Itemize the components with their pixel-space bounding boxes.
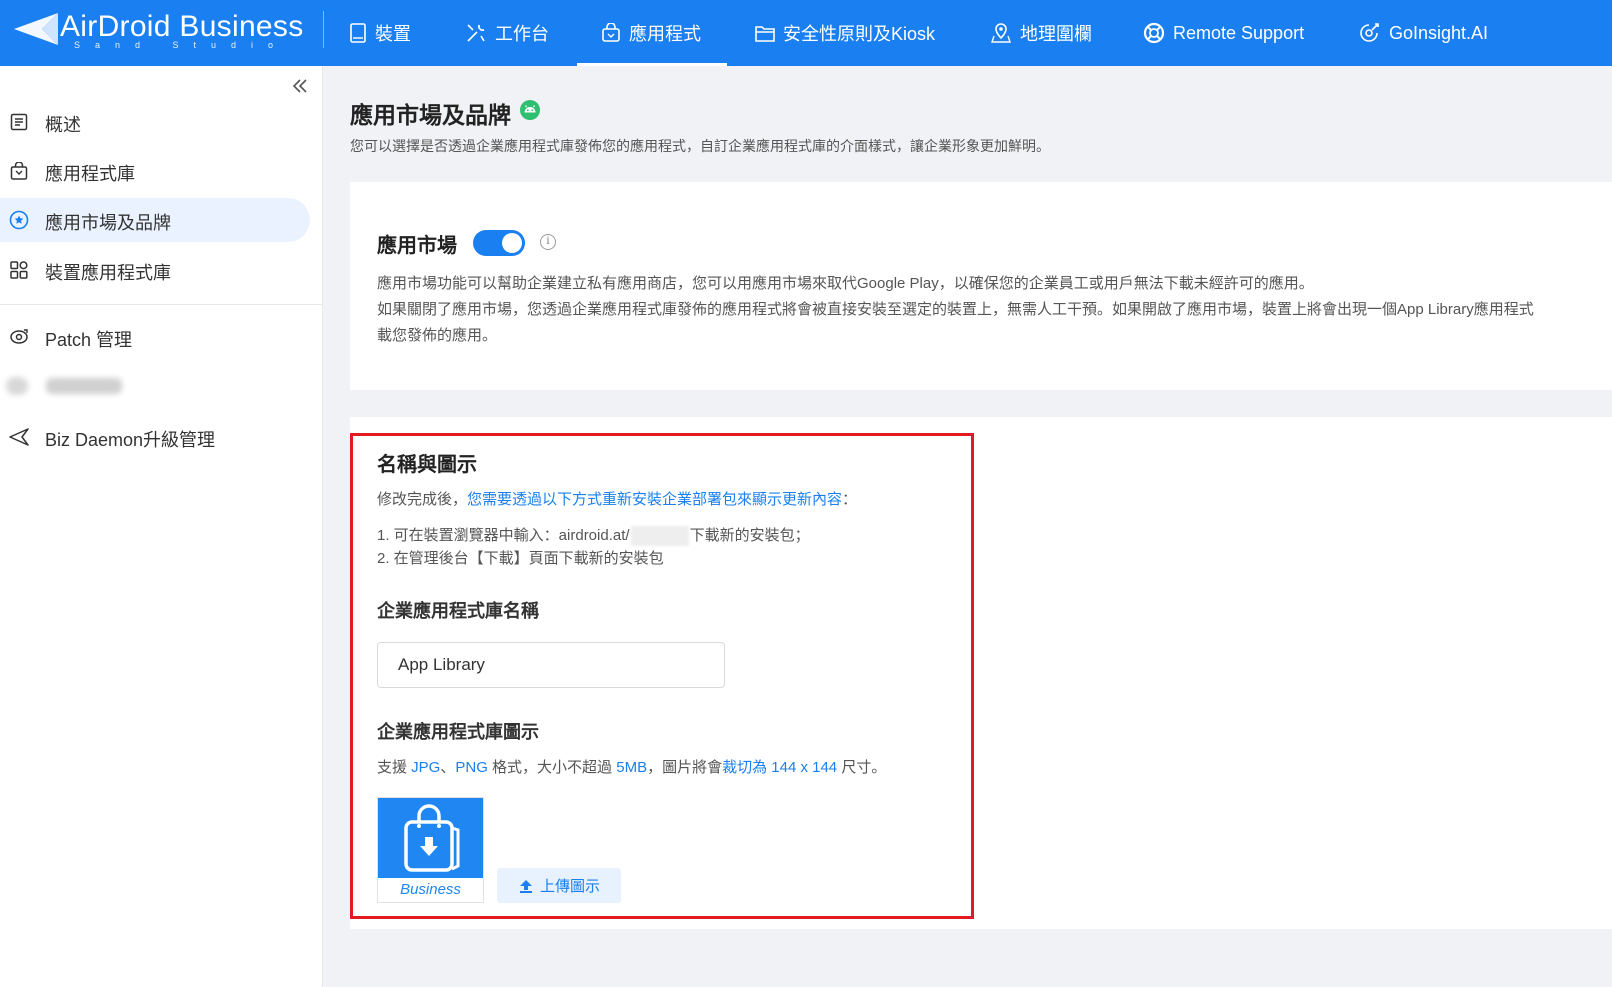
- nav-item-label: GoInsight.AI: [1389, 22, 1489, 43]
- market-desc-line-2: 如果關閉了應用市場，您透過企業應用程式庫發佈的應用程式將會被直接安裝至選定的裝置…: [377, 301, 1534, 318]
- double-chevron-left-icon: [292, 79, 307, 93]
- toggle-knob: [502, 233, 522, 253]
- lifebuoy-icon: [1143, 22, 1165, 44]
- page-title: 應用市場及品牌: [350, 96, 541, 130]
- fmt-jpg: JPG: [411, 759, 441, 776]
- nav-item-devices[interactable]: 裝置: [349, 0, 411, 66]
- step-1-prefix: 1. 可在裝置瀏覽器中輸入：airdroid.at/: [377, 527, 630, 544]
- fmt-size: 5MB: [616, 759, 648, 776]
- sidebar-item-redacted[interactable]: [6, 375, 126, 397]
- sidebar-item-market-branding[interactable]: 應用市場及品牌: [0, 198, 310, 242]
- fmt-text: ，圖片將會: [647, 759, 723, 776]
- sidebar-item-patch[interactable]: Patch 管理: [0, 315, 310, 359]
- library-name-input[interactable]: [377, 642, 725, 688]
- sidebar-item-label: 概述: [45, 115, 81, 135]
- sidebar-item-app-library[interactable]: 應用程式庫: [0, 149, 310, 193]
- nav-item-geofence[interactable]: 地理圍欄: [990, 0, 1092, 66]
- overview-icon: [9, 112, 29, 132]
- nav-item-goinsight[interactable]: GoInsight.AI: [1357, 0, 1488, 66]
- sidebar-item-device-app-library[interactable]: 裝置應用程式庫: [0, 248, 310, 292]
- app-market-title: 應用市場: [377, 235, 457, 257]
- library-name-label: 企業應用程式庫名稱: [377, 601, 539, 621]
- sidebar-item-label: 應用程式庫: [45, 164, 135, 184]
- geofence-icon: [991, 23, 1011, 43]
- folder-icon: [755, 26, 775, 42]
- redacted-url: [630, 526, 689, 547]
- star-badge-icon: [9, 210, 29, 230]
- app-bag-icon: [602, 23, 620, 42]
- sidebar-item-label: 應用市場及品牌: [45, 213, 171, 233]
- device-icon: [350, 23, 366, 43]
- sidebar: 概述 應用程式庫 應用市場及品牌 裝置應用程式庫 Patch 管理 Biz Da…: [0, 66, 323, 987]
- market-desc-line-1: 應用市場功能可以幫助企業建立私有應用商店，您可以用應用市場來取代Google P…: [377, 275, 1314, 292]
- market-desc-line-3: 載您發佈的應用。: [377, 327, 498, 344]
- sidebar-item-biz-daemon[interactable]: Biz Daemon升級管理: [0, 415, 310, 459]
- nav-item-label: 工作台: [495, 24, 549, 44]
- reinstall-hint: 修改完成後，您需要透過以下方式重新安裝企業部署包來顯示更新內容：: [377, 488, 857, 509]
- hint-link[interactable]: 您需要透過以下方式重新安裝企業部署包來顯示更新內容: [467, 491, 842, 508]
- nav-item-label: Remote Support: [1173, 22, 1305, 43]
- shopping-bag-download-icon: [404, 804, 460, 872]
- sidebar-item-label: Biz Daemon升級管理: [45, 430, 216, 450]
- sidebar-divider: [0, 304, 322, 305]
- nav-item-label: 地理圍欄: [1020, 24, 1092, 44]
- fmt-crop: 裁切為 144 x 144: [722, 759, 838, 776]
- nav-item-label: 應用程式: [629, 24, 701, 44]
- upload-icon-button[interactable]: 上傳圖示: [497, 868, 621, 903]
- app-library-icon: [9, 161, 29, 181]
- app-market-toggle[interactable]: [473, 230, 525, 256]
- nav-item-label: 安全性原則及Kiosk: [783, 24, 936, 44]
- fmt-text: 、: [440, 759, 456, 776]
- fmt-text: 格式，大小不超過: [487, 759, 617, 776]
- name-icon-title: 名稱與圖示: [377, 454, 477, 476]
- redacted-icon: [6, 377, 28, 395]
- nav-separator: [323, 11, 324, 48]
- info-icon[interactable]: i: [540, 234, 556, 250]
- brand-logo[interactable]: AirDroid Business Sand Studio: [12, 8, 307, 56]
- library-icon-label: 企業應用程式庫圖示: [377, 722, 539, 742]
- brand-subtitle: Sand Studio: [74, 40, 289, 50]
- library-icon-preview: Business: [377, 797, 484, 903]
- upload-button-label: 上傳圖示: [539, 878, 600, 895]
- fmt-png: PNG: [455, 759, 488, 776]
- patch-icon: [9, 327, 29, 347]
- icon-format-hint: 支援 JPG、PNG 格式，大小不超過 5MB，圖片將會裁切為 144 x 14…: [377, 756, 886, 777]
- grid-apps-icon: [9, 260, 29, 280]
- collapse-sidebar-button[interactable]: [288, 74, 312, 98]
- sidebar-item-overview[interactable]: 概述: [0, 100, 310, 144]
- fmt-text: 支援: [377, 759, 412, 776]
- page-title-text: 應用市場及品牌: [350, 102, 511, 128]
- icon-caption: Business: [400, 881, 461, 898]
- page-description: 您可以選擇是否透過企業應用程式庫發佈您的應用程式，自訂企業應用程式庫的介面樣式，…: [350, 138, 1050, 154]
- nav-item-label: 裝置: [375, 24, 411, 44]
- paper-plane-logo-icon: [14, 13, 58, 45]
- tools-icon: [467, 24, 485, 42]
- hint-suffix: ：: [842, 491, 858, 508]
- step-2: 2. 在管理後台【下載】頁面下載新的安裝包: [377, 550, 664, 567]
- nav-item-remote-support[interactable]: Remote Support: [1143, 0, 1304, 66]
- send-icon: [9, 427, 29, 447]
- sidebar-item-label: Patch 管理: [45, 330, 133, 350]
- nav-item-apps[interactable]: 應用程式: [577, 0, 727, 66]
- redacted-label: [46, 378, 122, 394]
- step-1: 1. 可在裝置瀏覽器中輸入：airdroid.at/下載新的安裝包；: [377, 524, 810, 547]
- ai-icon: [1360, 23, 1379, 42]
- nav-item-policy-kiosk[interactable]: 安全性原則及Kiosk: [755, 0, 935, 66]
- brand-name: AirDroid Business: [60, 10, 304, 43]
- sidebar-item-label: 裝置應用程式庫: [45, 263, 171, 283]
- upload-icon: [519, 879, 532, 893]
- top-nav: AirDroid Business Sand Studio 裝置 工作台 應用程…: [0, 0, 1612, 66]
- fmt-text: 尺寸。: [837, 759, 887, 776]
- nav-item-workbench[interactable]: 工作台: [465, 0, 549, 66]
- step-1-suffix: 下載新的安裝包；: [689, 527, 810, 544]
- hint-prefix: 修改完成後，: [377, 491, 468, 508]
- android-icon: [519, 99, 541, 127]
